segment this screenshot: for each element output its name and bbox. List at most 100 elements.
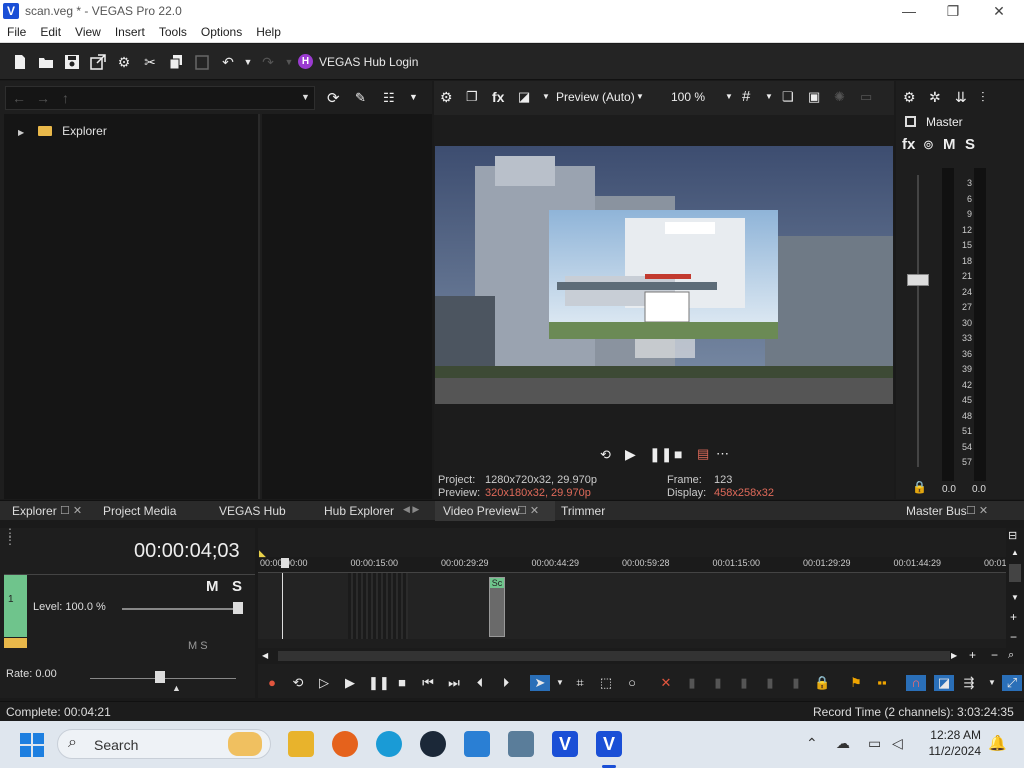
surround-icon[interactable]: ✲ [929, 89, 941, 106]
zoom-out-track-icon[interactable]: − [1010, 630, 1017, 644]
loop-icon[interactable]: ⟲ [290, 675, 306, 691]
rate-handle[interactable] [155, 671, 165, 683]
edge-icon[interactable] [376, 731, 402, 757]
zoom-in-time-icon[interactable]: + [969, 648, 976, 662]
tab-master-undock-icon[interactable]: ☐ ✕ [966, 504, 988, 517]
more-options-icon[interactable]: ⋯ [716, 446, 729, 462]
back-arrow-icon[interactable]: ← [12, 90, 26, 106]
firefox-icon[interactable] [332, 731, 358, 757]
external-monitor-icon[interactable]: ❐ [466, 89, 478, 105]
scroll-up-icon[interactable]: ▲ [1011, 548, 1019, 557]
split-icon[interactable]: ▮ [762, 675, 778, 691]
play-from-start-icon[interactable]: ▷ [316, 675, 332, 691]
view-dropdown-icon[interactable]: ▼ [409, 92, 418, 102]
steam-icon[interactable] [420, 731, 446, 757]
tab-explorer[interactable]: Explorer [12, 504, 57, 518]
redo-dropdown-icon[interactable]: ▼ [281, 54, 297, 70]
view-grid-icon[interactable]: ☷ [383, 90, 395, 106]
tab-video-preview[interactable]: Video Preview [443, 504, 520, 518]
play-icon[interactable]: ▶ [342, 675, 358, 691]
tray-time[interactable]: 12:28 AM [927, 728, 981, 742]
insert-marker-icon[interactable]: ⚑ [848, 675, 864, 691]
app-window-icon[interactable] [508, 731, 534, 757]
undo-icon[interactable]: ↶ [220, 54, 236, 70]
track-solo-button[interactable]: S [232, 578, 242, 595]
dim-icon[interactable]: ✺ [834, 89, 845, 105]
file-explorer-icon[interactable] [288, 731, 314, 757]
lock-envelopes-icon[interactable]: ⤢ [1002, 675, 1022, 691]
overlays-grid-icon[interactable]: # [742, 88, 750, 105]
scroll-down-icon[interactable]: ▼ [1011, 593, 1019, 602]
forward-arrow-icon[interactable]: → [36, 90, 50, 106]
vegas-taskbar-icon[interactable]: V [552, 731, 578, 757]
open-folder-icon[interactable] [38, 54, 54, 70]
vertical-scrollbar[interactable]: ⊟ ▲ ▼ + − [1006, 528, 1024, 648]
maximize-button[interactable]: ❐ [930, 0, 976, 22]
master-mute-button[interactable]: M [943, 136, 956, 153]
preview-quality-dropdown[interactable]: Preview (Auto) [556, 90, 635, 104]
timeline-ruler[interactable]: 00:00:00:0000:00:15:0000:00:29:2900:00:4… [258, 557, 1009, 573]
go-to-end-icon[interactable]: ⏭ [446, 675, 462, 691]
normal-edit-tool-icon[interactable]: ➤ [530, 675, 550, 691]
video-fx-icon[interactable]: fx [492, 89, 504, 105]
save-icon[interactable] [64, 54, 80, 70]
playhead-handle[interactable] [281, 558, 289, 568]
menu-view[interactable]: View [68, 22, 108, 39]
preview-stop-icon[interactable]: ■ [674, 446, 682, 462]
tools-wrench-icon[interactable]: ✎ [355, 90, 366, 106]
tray-cloud-icon[interactable]: ☁ [836, 735, 850, 752]
menu-help[interactable]: Help [249, 22, 288, 39]
selection-tool-icon[interactable]: ⬚ [598, 675, 614, 691]
zoom-in-track-icon[interactable]: + [1010, 610, 1017, 624]
hscroll-thumb[interactable] [278, 651, 950, 661]
tab-hub-explorer[interactable]: Hub Explorer [324, 504, 394, 518]
next-frame-icon[interactable]: ⏵ [498, 675, 514, 691]
render-export-icon[interactable] [90, 54, 106, 70]
zoom-dropdown-icon[interactable]: ▼ [725, 92, 733, 101]
tab-vegas-hub[interactable]: VEGAS Hub [219, 504, 286, 518]
zoom-level[interactable]: 100 % [671, 90, 705, 104]
master-checkbox[interactable] [905, 116, 916, 127]
track-level-handle[interactable] [233, 602, 243, 614]
horizontal-scrollbar[interactable]: ◀ ▶ + − ⌕ [258, 648, 1024, 664]
master-fx-icon[interactable]: fx [902, 136, 915, 153]
playhead-cursor[interactable] [282, 573, 283, 639]
master-solo-button[interactable]: S [965, 136, 975, 153]
preview-pause-icon[interactable]: ❚❚ [649, 446, 672, 463]
preview-record-icon[interactable]: ▤ [697, 446, 709, 462]
tab-scroll-arrows-icon[interactable]: ◀ ▶ [403, 504, 419, 515]
trim-start-icon[interactable]: ▮ [710, 675, 726, 691]
video-track-lane[interactable]: Sc [258, 573, 1006, 639]
track-color-strip[interactable] [4, 575, 27, 637]
menu-options[interactable]: Options [194, 22, 249, 39]
fullscreen-icon[interactable]: ▭ [860, 89, 872, 105]
close-button[interactable]: ✕ [976, 0, 1022, 22]
undo-dropdown-icon[interactable]: ▼ [240, 54, 256, 70]
ignore-grouping-icon[interactable]: ▮ [788, 675, 804, 691]
overlays-dropdown-icon[interactable]: ▼ [765, 92, 773, 101]
lock-icon[interactable]: 🔒 [912, 480, 927, 494]
scroll-left-icon[interactable]: ◀ [262, 651, 268, 660]
vegas-active-taskbar-icon[interactable]: V [596, 731, 622, 757]
auto-crossfade-icon[interactable]: ◪ [934, 675, 954, 691]
zoom-tool-icon[interactable]: ⌕ [1008, 649, 1014, 662]
mixer-faders-icon[interactable]: ⫶ [981, 89, 985, 106]
prev-frame-icon[interactable]: ⏴ [472, 675, 488, 691]
insert-region-icon[interactable]: ▪▪ [874, 675, 890, 691]
snapping-magnet-icon[interactable]: ∩ [906, 675, 926, 691]
drag-handle-icon[interactable]: ⋮ ⋮ [4, 527, 16, 546]
tab-master-bus[interactable]: Master Bus [906, 504, 967, 518]
stop-icon[interactable]: ■ [394, 675, 410, 691]
track-mute-button[interactable]: M [206, 578, 219, 595]
menu-file[interactable]: File [0, 22, 33, 39]
scroll-right-icon[interactable]: ▶ [951, 651, 957, 660]
split-screen-icon[interactable]: ◪ [518, 89, 530, 105]
quality-dropdown-icon[interactable]: ▼ [636, 92, 644, 101]
delete-icon[interactable]: ✕ [658, 675, 674, 691]
pause-icon[interactable]: ❚❚ [368, 675, 390, 691]
loop-playback-icon[interactable]: ⟲ [600, 447, 611, 463]
paste-icon[interactable] [194, 54, 210, 70]
tray-network-icon[interactable]: ▭ [868, 735, 881, 752]
tray-volume-icon[interactable]: ◁ [892, 735, 903, 752]
track-level-slider[interactable] [122, 608, 238, 610]
